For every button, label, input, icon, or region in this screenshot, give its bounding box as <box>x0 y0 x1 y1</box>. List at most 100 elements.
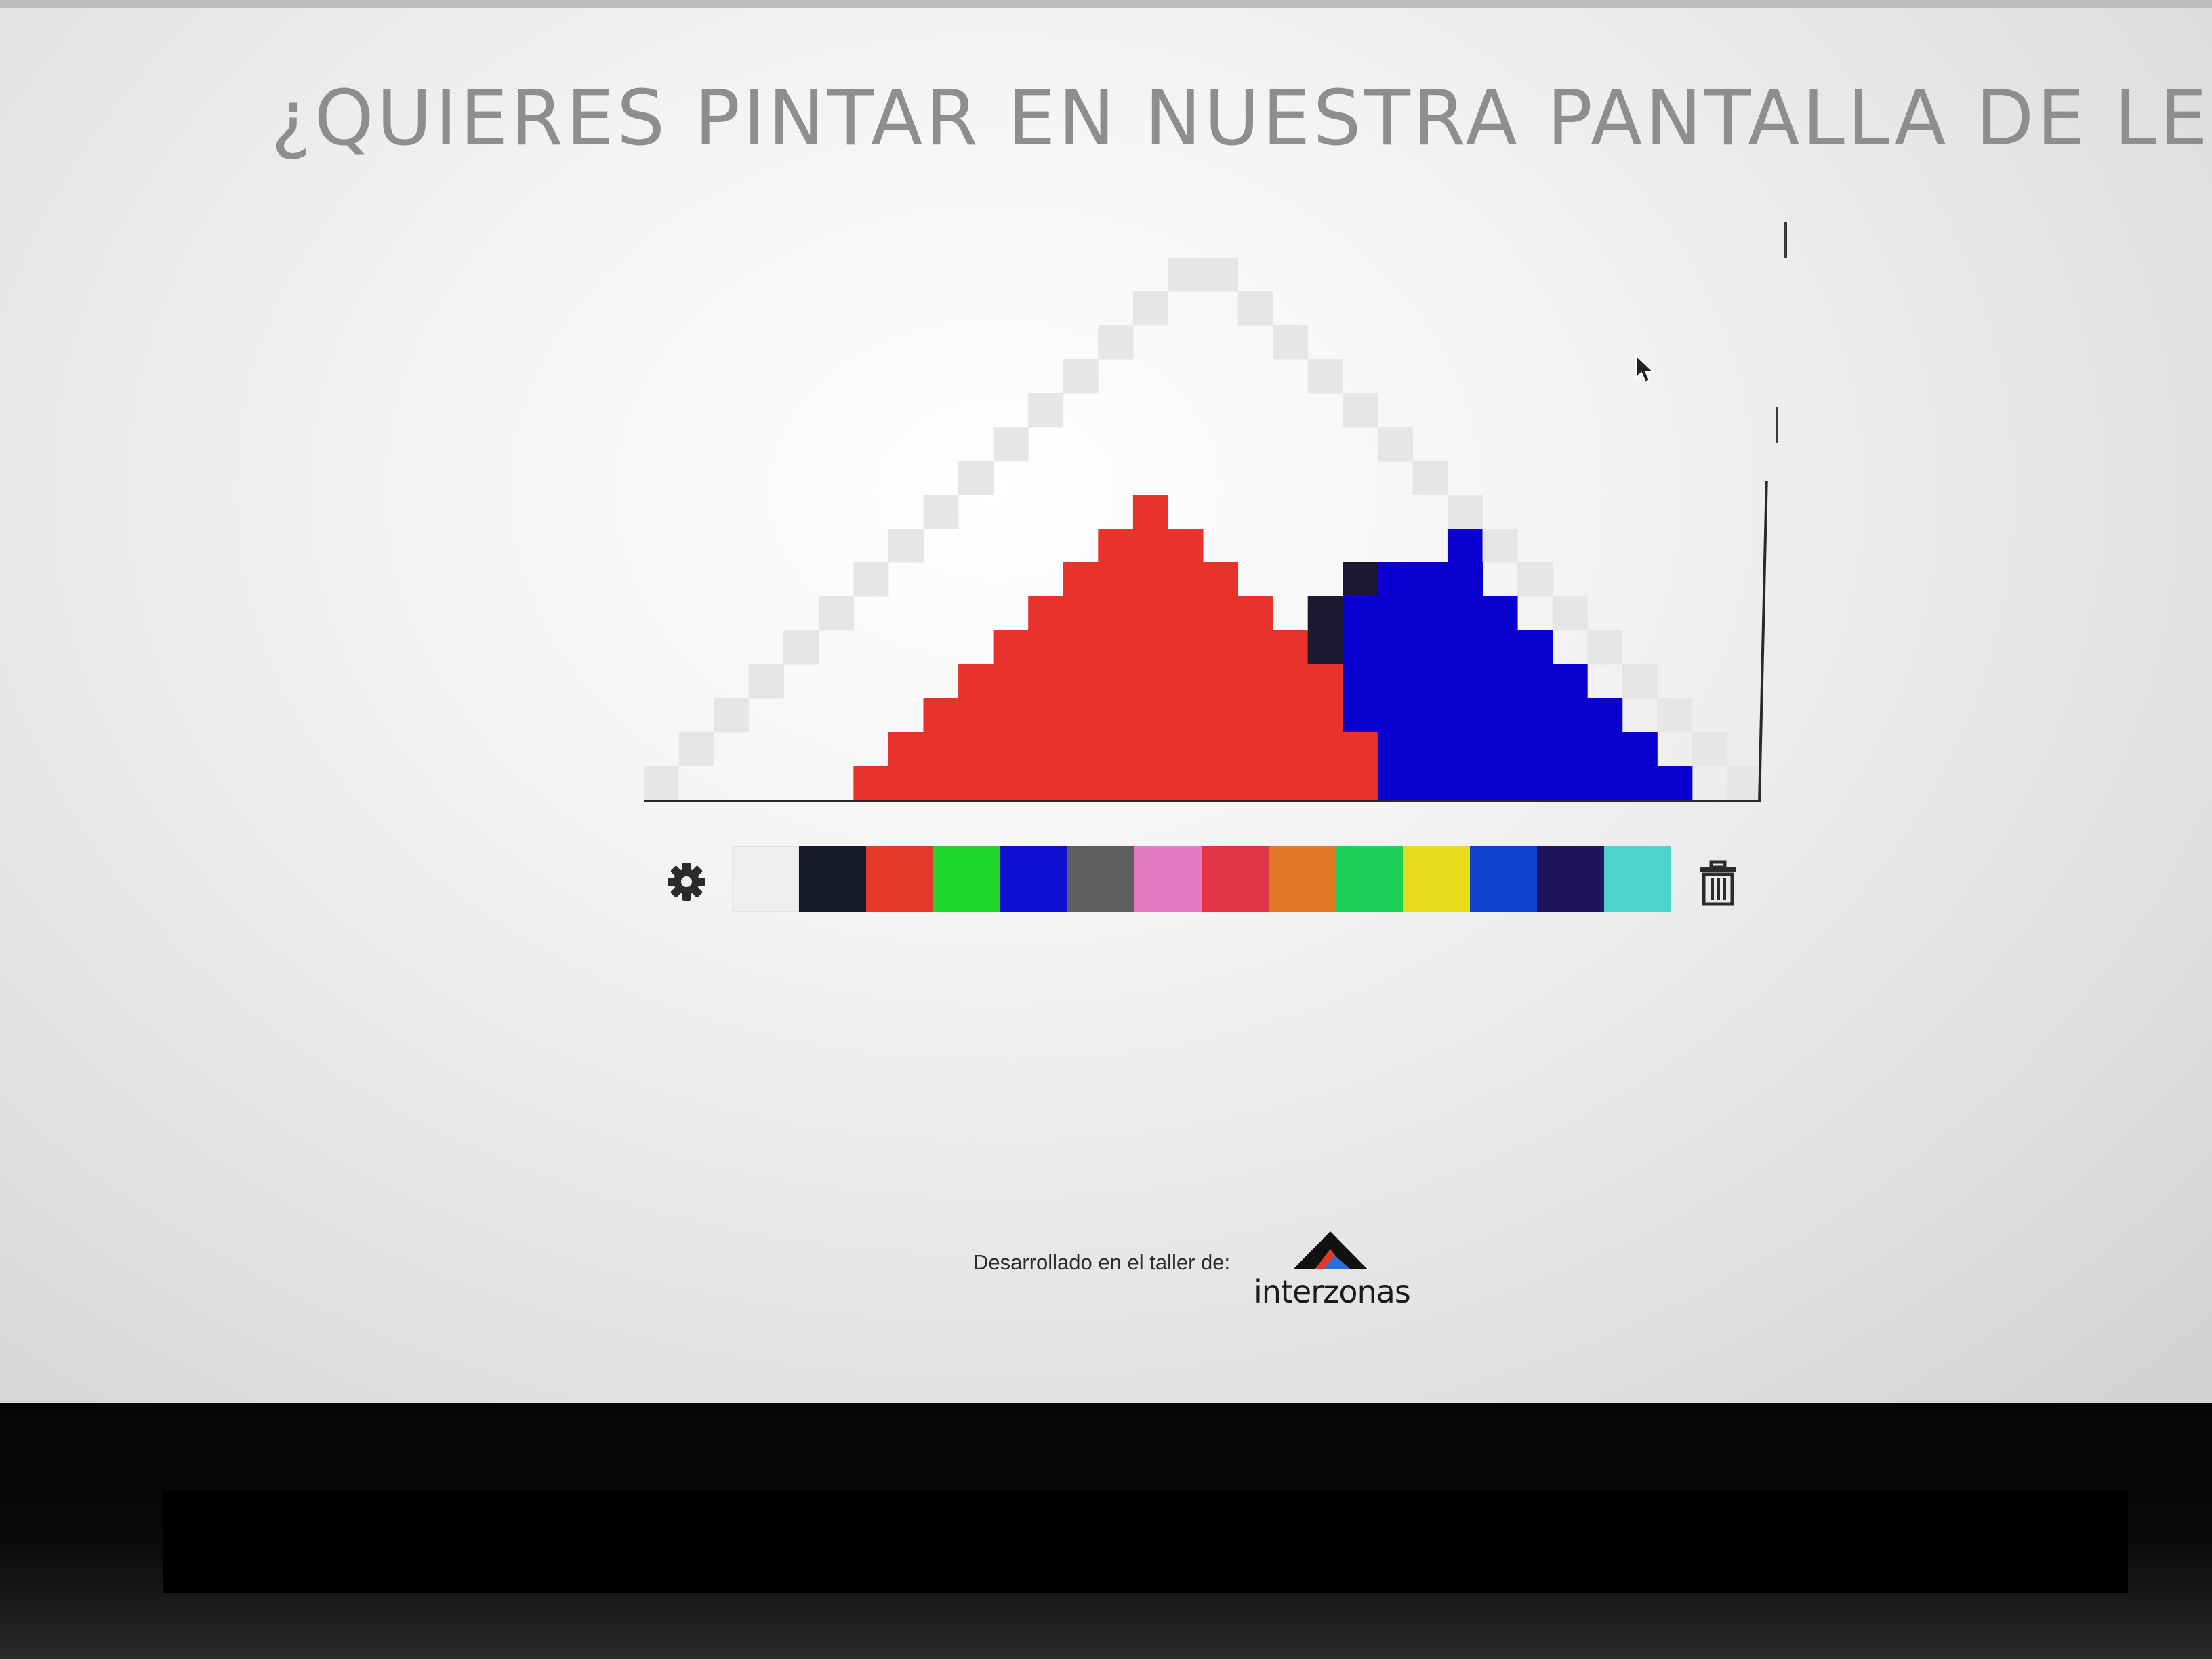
led-pixel[interactable] <box>1307 630 1343 665</box>
color-swatch[interactable] <box>866 846 933 912</box>
settings-button[interactable] <box>664 859 709 904</box>
led-pixel[interactable] <box>1482 766 1518 800</box>
led-pixel[interactable] <box>1168 698 1204 733</box>
led-pixel[interactable] <box>1622 766 1658 800</box>
led-pixel[interactable] <box>1692 732 1727 766</box>
led-pixel[interactable] <box>1377 698 1413 733</box>
led-pixel[interactable] <box>1377 732 1413 766</box>
led-pixel[interactable] <box>1203 732 1239 766</box>
led-pixel[interactable] <box>1168 562 1204 597</box>
led-pixel[interactable] <box>923 495 959 529</box>
led-pixel[interactable] <box>1517 698 1553 733</box>
led-pixel[interactable] <box>1273 630 1309 665</box>
led-pixel[interactable] <box>1343 393 1378 428</box>
led-pixel[interactable] <box>1098 596 1134 631</box>
led-pixel[interactable] <box>1657 698 1693 733</box>
led-pixel[interactable] <box>783 630 819 665</box>
led-pixel[interactable] <box>1447 664 1483 699</box>
led-pixel[interactable] <box>1587 732 1623 766</box>
led-pixel[interactable] <box>1517 562 1553 597</box>
color-swatch[interactable] <box>1336 846 1403 912</box>
led-pixel[interactable] <box>1727 766 1762 800</box>
led-pixel[interactable] <box>1657 766 1693 800</box>
led-pixel[interactable] <box>1482 664 1518 699</box>
led-pixel[interactable] <box>1063 630 1099 665</box>
led-pixel[interactable] <box>1587 630 1623 665</box>
led-pixel[interactable] <box>1517 630 1553 665</box>
led-pixel[interactable] <box>1132 529 1168 563</box>
led-pixel[interactable] <box>1203 562 1239 597</box>
led-pixel[interactable] <box>993 664 1029 699</box>
led-pixel[interactable] <box>1412 562 1448 597</box>
color-swatch[interactable] <box>933 846 1000 912</box>
led-pixel[interactable] <box>1028 766 1064 800</box>
led-pixel[interactable] <box>1028 630 1064 665</box>
led-board[interactable] <box>644 224 1768 802</box>
led-pixel[interactable] <box>1063 698 1099 733</box>
led-pixel[interactable] <box>888 732 924 766</box>
led-pixel[interactable] <box>644 766 680 800</box>
led-pixel[interactable] <box>958 698 994 733</box>
led-pixel[interactable] <box>1447 495 1483 529</box>
led-pixel[interactable] <box>993 427 1029 462</box>
led-pixel[interactable] <box>1343 630 1378 665</box>
led-pixel[interactable] <box>993 732 1029 766</box>
led-pixel[interactable] <box>1168 258 1204 292</box>
led-pixel[interactable] <box>1273 732 1309 766</box>
led-pixel[interactable] <box>1063 732 1099 766</box>
led-pixel[interactable] <box>1098 529 1134 563</box>
led-pixel[interactable] <box>1098 630 1134 665</box>
led-pixel[interactable] <box>853 766 889 800</box>
led-pixel[interactable] <box>1063 664 1099 699</box>
led-pixel[interactable] <box>1412 461 1448 495</box>
led-pixel[interactable] <box>1028 596 1064 631</box>
led-pixel[interactable] <box>1132 698 1168 733</box>
led-pixel[interactable] <box>1517 766 1553 800</box>
led-pixel[interactable] <box>1307 359 1343 394</box>
led-pixel[interactable] <box>1343 664 1378 699</box>
led-pixel[interactable] <box>1447 562 1483 597</box>
led-pixel[interactable] <box>1098 732 1134 766</box>
led-pixel[interactable] <box>923 732 959 766</box>
led-pixel[interactable] <box>958 732 994 766</box>
color-swatch[interactable] <box>1604 846 1671 912</box>
color-swatch[interactable] <box>799 846 866 912</box>
led-pixel[interactable] <box>1132 664 1168 699</box>
led-pixel[interactable] <box>1132 732 1168 766</box>
led-pixel[interactable] <box>818 596 854 631</box>
led-pixel[interactable] <box>1377 766 1413 800</box>
led-pixel[interactable] <box>1412 732 1448 766</box>
led-pixel[interactable] <box>1168 766 1204 800</box>
led-pixel[interactable] <box>888 529 924 563</box>
led-pixel[interactable] <box>1237 630 1273 665</box>
led-pixel[interactable] <box>1412 630 1448 665</box>
led-pixel[interactable] <box>1168 732 1204 766</box>
led-pixel[interactable] <box>1307 664 1343 699</box>
led-pixel[interactable] <box>1063 562 1099 597</box>
led-pixel[interactable] <box>1237 664 1273 699</box>
led-pixel[interactable] <box>1028 732 1064 766</box>
led-pixel[interactable] <box>1203 766 1239 800</box>
led-pixel[interactable] <box>1343 562 1378 597</box>
led-pixel[interactable] <box>714 698 750 733</box>
led-pixel[interactable] <box>1063 359 1099 394</box>
led-pixel[interactable] <box>1132 630 1168 665</box>
led-pixel[interactable] <box>1168 596 1204 631</box>
led-pixel[interactable] <box>1028 664 1064 699</box>
led-pixel[interactable] <box>1203 596 1239 631</box>
led-pixel[interactable] <box>1273 766 1309 800</box>
led-pixel[interactable] <box>993 698 1029 733</box>
led-pixel[interactable] <box>1307 698 1343 733</box>
led-pixel[interactable] <box>1273 664 1309 699</box>
led-pixel[interactable] <box>678 732 714 766</box>
led-pixel[interactable] <box>1377 596 1413 631</box>
led-pixel[interactable] <box>1063 766 1099 800</box>
led-pixel[interactable] <box>1203 664 1239 699</box>
led-pixel[interactable] <box>993 630 1029 665</box>
color-swatch[interactable] <box>1470 846 1537 912</box>
led-pixel[interactable] <box>1237 291 1273 326</box>
color-swatch[interactable] <box>1269 846 1336 912</box>
led-pixel[interactable] <box>1132 766 1168 800</box>
led-pixel[interactable] <box>958 664 994 699</box>
led-pixel[interactable] <box>993 766 1029 800</box>
